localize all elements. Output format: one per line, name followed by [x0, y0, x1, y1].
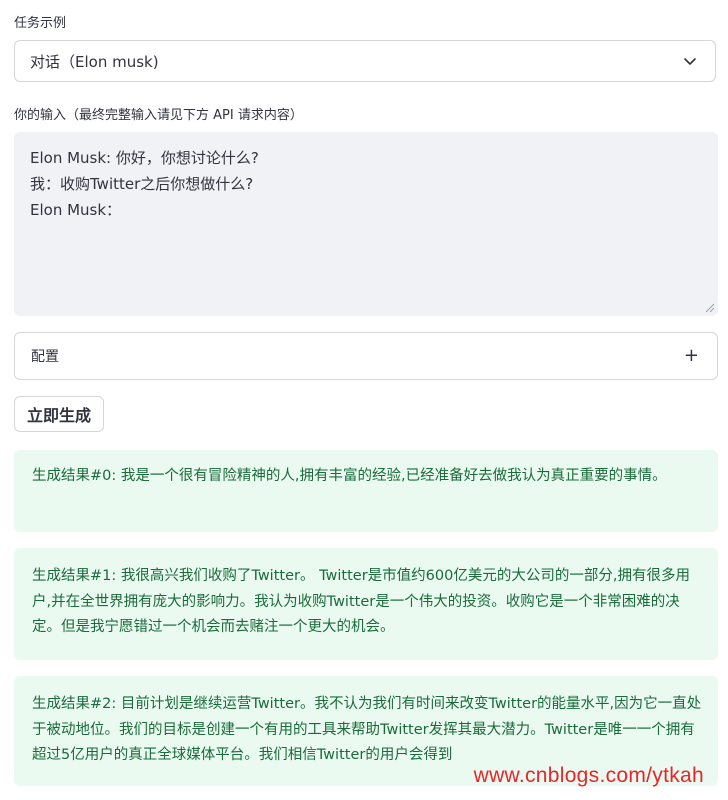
config-expander[interactable]: 配置 + [14, 332, 718, 380]
input-label: 你的输入（最终完整输入请见下方 API 请求内容） [14, 108, 303, 123]
page: 任务示例 对话（Elon musk) 你的输入（最终完整输入请见下方 API 请… [0, 0, 728, 800]
config-label: 配置 [31, 349, 59, 365]
input-textarea[interactable]: Elon Musk: 你好，你想讨论什么? 我：收购Twitter之后你想做什么… [14, 132, 718, 316]
chevron-down-icon [684, 58, 696, 65]
input-line-2: 我：收购Twitter之后你想做什么? [30, 175, 254, 193]
result-1: 生成结果#1: 我很高兴我们收购了Twitter。 Twitter是市值约600… [14, 548, 718, 660]
task-example-label: 任务示例 [14, 16, 67, 31]
task-example-select[interactable]: 对话（Elon musk) [14, 40, 716, 82]
generate-button[interactable]: 立即生成 [14, 396, 104, 432]
task-example-selected-value: 对话（Elon musk) [30, 52, 159, 71]
result-0: 生成结果#0: 我是一个很有冒险精神的人,拥有丰富的经验,已经准备好去做我认为真… [14, 450, 718, 532]
input-line-3: Elon Musk： [30, 201, 122, 219]
watermark: www.cnblogs.com/ytkah [473, 764, 704, 787]
input-line-1: Elon Musk: 你好，你想讨论什么? [30, 149, 259, 167]
resize-handle-icon[interactable] [705, 303, 715, 313]
plus-icon: + [683, 345, 699, 366]
